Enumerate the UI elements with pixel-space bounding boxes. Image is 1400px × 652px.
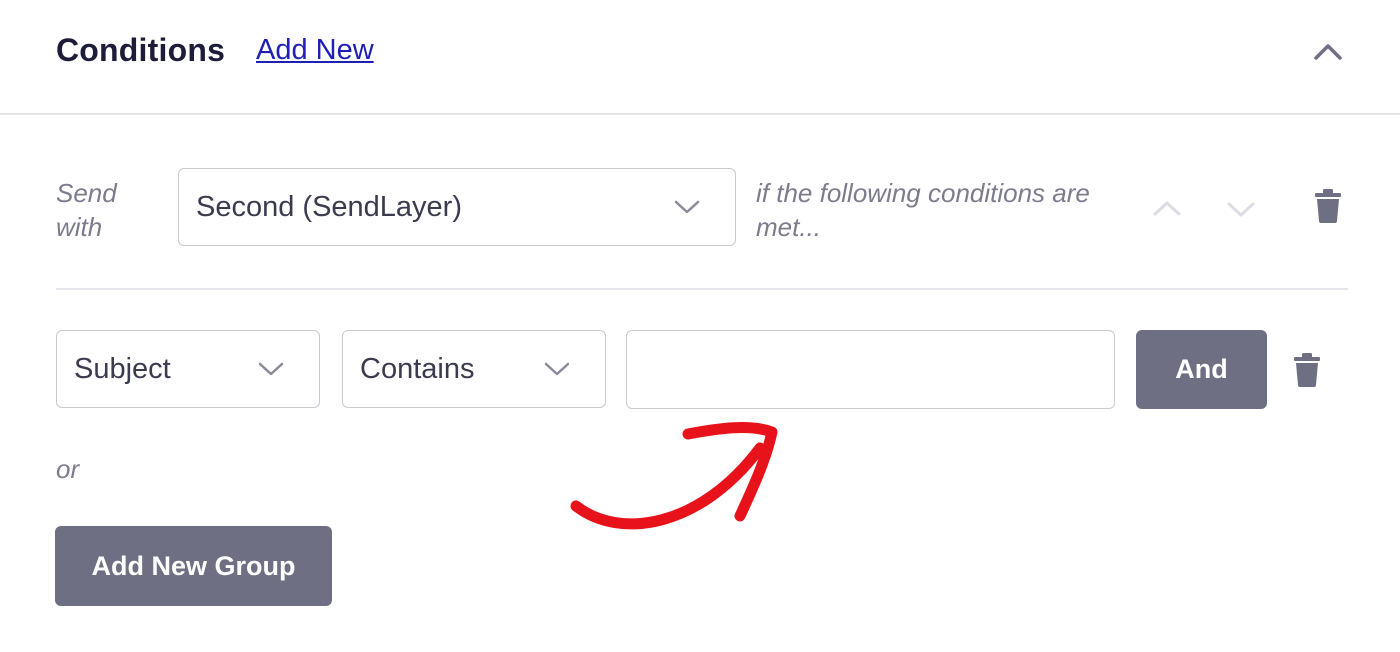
condition-operator-select[interactable]: Contains [342, 330, 606, 408]
conditions-met-text: if the following conditions are met... [756, 178, 1090, 242]
send-with-label: Send with [56, 178, 117, 242]
provider-select[interactable]: Second (SendLayer) [178, 168, 736, 246]
or-label: or [56, 454, 80, 484]
delete-rule-button[interactable] [1314, 189, 1342, 223]
trash-icon [1294, 353, 1320, 387]
condition-field-select[interactable]: Subject [56, 330, 320, 408]
add-new-link[interactable]: Add New [256, 34, 374, 67]
chevron-down-icon [674, 200, 700, 214]
page-title: Conditions [56, 32, 226, 68]
chevron-up-icon [1153, 201, 1181, 216]
chevron-up-icon [1314, 44, 1342, 60]
trash-icon [1315, 189, 1341, 223]
condition-value-input[interactable] [626, 330, 1115, 409]
and-button[interactable]: And [1136, 330, 1267, 409]
provider-select-value: Second (SendLayer) [196, 191, 462, 223]
chevron-down-icon [258, 362, 284, 376]
annotation-arrow-icon [570, 422, 778, 530]
divider [56, 288, 1348, 290]
conditions-panel: Conditions Add New Send with Second (Sen… [0, 0, 1400, 652]
chevron-down-icon [1227, 202, 1255, 217]
chevron-down-icon [544, 362, 570, 376]
move-up-button[interactable] [1150, 196, 1184, 220]
move-down-button[interactable] [1224, 198, 1258, 222]
add-new-group-button[interactable]: Add New Group [55, 526, 332, 606]
condition-operator-value: Contains [360, 353, 475, 385]
delete-condition-button[interactable] [1293, 353, 1321, 387]
conditions-header: Conditions Add New [0, 0, 1400, 115]
collapse-button[interactable] [1308, 34, 1348, 70]
condition-field-value: Subject [74, 353, 171, 385]
